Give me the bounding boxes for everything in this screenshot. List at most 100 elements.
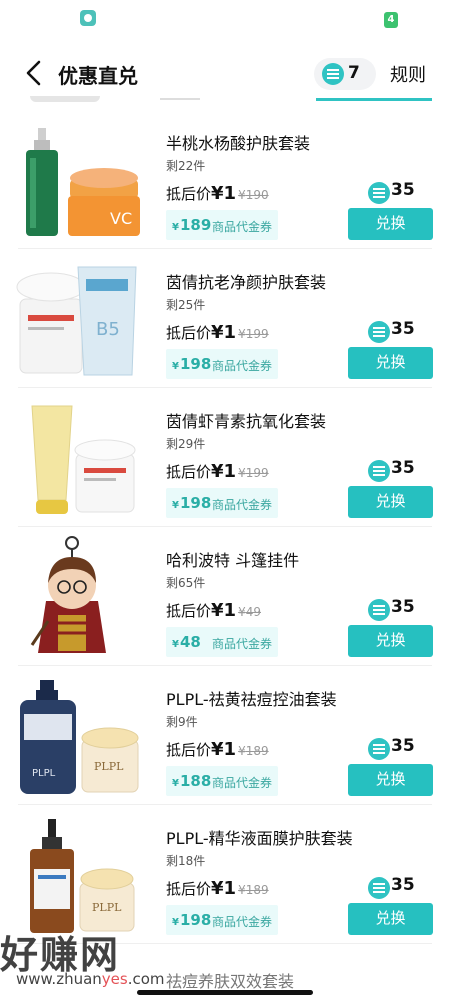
product-image [31, 405, 136, 514]
redeem-button[interactable]: 兑换 [348, 486, 433, 518]
original-price-yen: ¥ [238, 327, 246, 341]
coin-price: 35 [391, 458, 415, 478]
after-price-value: 1 [223, 739, 237, 760]
product-name: 哈利波特 斗篷挂件 [166, 551, 300, 570]
list-item[interactable]: B5 茵倩抗老净颜护肤套装 剩25件 抵后价¥1 ¥199 ¥198 商品代金券 … [0, 249, 450, 388]
after-price-yen: ¥ [211, 600, 224, 621]
previous-item-image [30, 96, 100, 102]
points-value: 7 [348, 63, 360, 83]
chevron-left-icon [26, 60, 41, 86]
coin-price: 35 [391, 180, 415, 200]
voucher-label: 商品代金券 [212, 220, 273, 234]
after-price-label: 抵后价 [166, 463, 212, 481]
redeem-button[interactable]: 兑换 [348, 208, 433, 240]
voucher-amount: ¥198 [172, 355, 211, 373]
original-price-yen: ¥ [238, 466, 246, 480]
svg-text:PLPL: PLPL [92, 901, 122, 914]
voucher-label: 商品代金券 [212, 776, 273, 790]
product-name: PLPL-祛黄祛痘控油套装 [166, 690, 337, 709]
after-price-label: 抵后价 [166, 185, 212, 203]
voucher-tag: ¥198 商品代金券 [166, 349, 278, 379]
svg-text:VC: VC [110, 209, 132, 228]
svg-text:PLPL: PLPL [32, 768, 56, 779]
voucher-yen: ¥ [172, 361, 179, 372]
product-name: PLPL-精华液面膜护肤套装 [166, 829, 353, 848]
original-price-value: 49 [245, 605, 261, 619]
list-item[interactable]: VC 半桃水杨酸护肤套装 剩22件 抵后价¥1 ¥190 ¥189 商品代金券 3… [0, 110, 450, 249]
after-price-value: 1 [223, 600, 237, 621]
voucher-amount: ¥189 [172, 216, 211, 234]
stock-count: 剩25件 [166, 298, 206, 312]
original-price-value: 199 [245, 466, 269, 480]
list-item[interactable]: 茵倩虾青素抗氧化套装 剩29件 抵后价¥1 ¥199 ¥198 商品代金券 35 … [0, 388, 450, 527]
original-price-yen: ¥ [238, 883, 246, 897]
after-price-yen: ¥ [211, 739, 224, 760]
coin-icon [368, 599, 390, 621]
header: 优惠直兑 7 规则 [0, 50, 450, 101]
after-price: 抵后价¥1 ¥190 [166, 183, 269, 204]
redeem-button[interactable]: 兑换 [348, 347, 433, 379]
home-indicator[interactable] [137, 990, 313, 995]
original-price-value: 199 [245, 327, 269, 341]
voucher-yen: ¥ [172, 639, 179, 650]
after-price: 抵后价¥1 ¥49 [166, 600, 261, 621]
product-image: VC [26, 128, 140, 236]
voucher-value: 189 [179, 216, 212, 234]
after-price: 抵后价¥1 ¥199 [166, 322, 269, 343]
page-title: 优惠直兑 [58, 64, 138, 88]
product-image: B5 [16, 266, 137, 376]
coin-price: 35 [391, 319, 415, 339]
original-price: ¥199 [238, 327, 269, 341]
after-price-yen: ¥ [211, 322, 224, 343]
after-price: 抵后价¥1 ¥189 [166, 878, 269, 899]
after-price-value: 1 [223, 183, 237, 204]
stock-count: 剩29件 [166, 437, 206, 451]
original-price: ¥49 [238, 605, 261, 619]
points-balance[interactable]: 7 [314, 58, 376, 90]
coin-icon [322, 63, 344, 85]
product-list: VC 半桃水杨酸护肤套装 剩22件 抵后价¥1 ¥190 ¥189 商品代金券 3… [0, 110, 450, 944]
product-name: 半桃水杨酸护肤套装 [166, 134, 311, 153]
back-button[interactable] [20, 58, 50, 88]
after-price-yen: ¥ [211, 878, 224, 899]
stock-count: 剩18件 [166, 854, 206, 868]
voucher-label: 商品代金券 [212, 359, 273, 373]
app-notification-icon [80, 10, 96, 26]
watermark-url-accent: yes [101, 970, 128, 988]
svg-text:PLPL: PLPL [94, 760, 124, 773]
voucher-value: 188 [179, 772, 212, 790]
voucher-tag: ¥188 商品代金券 [166, 766, 278, 796]
coin-price: 35 [391, 736, 415, 756]
battery-icon: 4 [384, 12, 398, 28]
voucher-label: 商品代金券 [212, 498, 273, 512]
voucher-value: 198 [179, 355, 212, 373]
list-item[interactable]: 哈利波特 斗篷挂件 剩65件 抵后价¥1 ¥49 ¥48 商品代金券 35 兑换 [0, 527, 450, 666]
redeem-button[interactable]: 兑换 [348, 625, 433, 657]
after-price-value: 1 [223, 322, 237, 343]
after-price: 抵后价¥1 ¥199 [166, 461, 269, 482]
coin-icon [368, 460, 390, 482]
redeem-button[interactable]: 兑换 [348, 764, 433, 796]
rules-link[interactable]: 规则 [390, 61, 426, 87]
voucher-yen: ¥ [172, 222, 179, 233]
coin-icon [368, 877, 390, 899]
voucher-tag: ¥48 商品代金券 [166, 627, 278, 657]
original-price-yen: ¥ [238, 188, 246, 202]
after-price-label: 抵后价 [166, 324, 212, 342]
original-price-value: 189 [245, 744, 269, 758]
voucher-label: 商品代金券 [212, 637, 273, 651]
original-price: ¥189 [238, 744, 269, 758]
product-image: PLPL [30, 819, 135, 933]
after-price-label: 抵后价 [166, 880, 212, 898]
after-price-value: 1 [223, 461, 237, 482]
product-name: 茵倩抗老净颜护肤套装 [166, 273, 327, 292]
voucher-yen: ¥ [172, 778, 179, 789]
product-image [30, 536, 106, 653]
after-price-yen: ¥ [211, 461, 224, 482]
coin-icon [368, 738, 390, 760]
status-bar: 4 [0, 0, 450, 40]
list-item[interactable]: PLPL PLPL PLPL-祛黄祛痘控油套装 剩9件 抵后价¥1 ¥189 ¥1… [0, 666, 450, 805]
after-price-yen: ¥ [211, 183, 224, 204]
original-price-value: 190 [245, 188, 269, 202]
after-price-label: 抵后价 [166, 602, 212, 620]
